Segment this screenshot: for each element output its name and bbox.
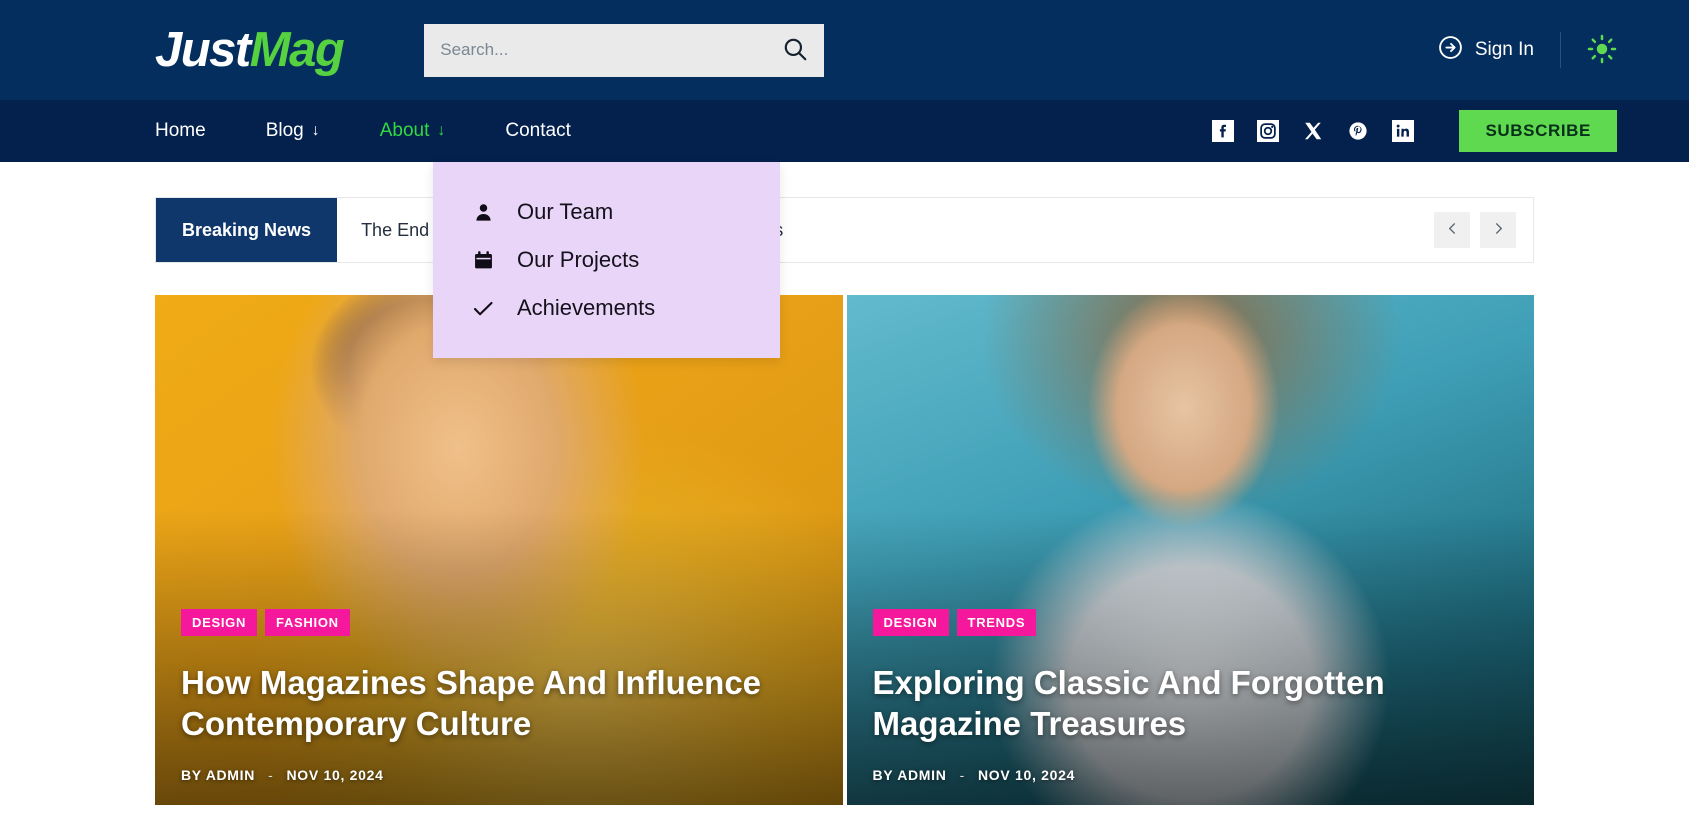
dropdown-item-label: Achievements: [517, 295, 656, 320]
article-card-body: DESIGN TRENDS Exploring Classic And Forg…: [872, 608, 1509, 783]
search-submit-button[interactable]: [782, 36, 808, 65]
nav-item-label: Home: [155, 120, 206, 141]
category-tag[interactable]: DESIGN: [181, 608, 258, 636]
nav-right-actions: SUBSCRIBE: [1212, 110, 1617, 152]
site-logo[interactable]: JustMag: [155, 22, 345, 77]
dropdown-item-achievements[interactable]: Achievements: [433, 284, 780, 332]
nav-item-label: About: [379, 120, 430, 141]
linkedin-icon[interactable]: [1392, 120, 1415, 142]
author-name[interactable]: ADMIN: [206, 767, 255, 783]
sign-in-button[interactable]: Sign In: [1438, 35, 1534, 65]
article-card[interactable]: DESIGN FASHION How Magazines Shape And I…: [155, 295, 843, 805]
facebook-icon[interactable]: [1212, 120, 1235, 142]
article-date: NOV 10, 2024: [286, 767, 384, 783]
check-icon: [471, 296, 495, 321]
search-bar[interactable]: [424, 23, 825, 77]
dropdown-item-our-projects[interactable]: Our Projects: [433, 236, 780, 284]
person-icon: [471, 201, 495, 224]
author-prefix: BY: [872, 767, 894, 783]
breaking-next-button[interactable]: [1480, 212, 1516, 248]
chevron-down-icon: ↓: [437, 122, 446, 139]
author-name[interactable]: ADMIN: [897, 767, 946, 783]
dropdown-item-label: Our Team: [517, 199, 614, 224]
article-tags: DESIGN FASHION: [181, 608, 817, 636]
logo-text-primary: Just: [155, 22, 251, 77]
article-author: BY ADMIN: [873, 767, 947, 783]
article-date: NOV 10, 2024: [977, 767, 1076, 783]
dropdown-item-our-team[interactable]: Our Team: [433, 188, 780, 236]
chevron-down-icon: ↓: [311, 122, 320, 139]
article-meta: BY ADMIN - NOV 10, 2024: [873, 767, 1509, 783]
about-dropdown-menu: Our Team Our Projects Achievements: [433, 162, 780, 358]
article-card[interactable]: DESIGN TRENDS Exploring Classic And Forg…: [846, 295, 1534, 805]
meta-separator: -: [268, 767, 274, 783]
nav-item-label: Blog: [265, 120, 304, 141]
article-title[interactable]: How Magazines Shape And Influence Contem…: [181, 662, 817, 745]
theme-toggle-button[interactable]: [1587, 34, 1617, 67]
nav-item-about[interactable]: About ↓: [380, 120, 446, 142]
nav-item-home[interactable]: Home: [155, 120, 206, 142]
search-icon: [782, 36, 808, 65]
meta-separator: -: [959, 767, 965, 783]
main-navigation: Home Blog ↓ About ↓ Contact SUBSCRIBE Ou…: [0, 100, 1689, 358]
nav-item-blog[interactable]: Blog ↓: [266, 120, 320, 142]
arrow-circle-right-icon: [1438, 35, 1463, 65]
article-meta: BY ADMIN - NOV 10, 2024: [181, 767, 817, 783]
author-prefix: BY: [181, 767, 202, 783]
dropdown-item-label: Our Projects: [517, 247, 640, 272]
nav-links: Home Blog ↓ About ↓ Contact: [155, 120, 631, 142]
breaking-news-badge: Breaking News: [156, 198, 338, 262]
page-content: Breaking News The End Of An Era: Nostalg…: [0, 197, 1689, 805]
social-links: [1212, 120, 1415, 142]
featured-articles: DESIGN FASHION How Magazines Shape And I…: [155, 295, 1534, 805]
category-tag[interactable]: TRENDS: [956, 608, 1037, 636]
article-author: BY ADMIN: [181, 767, 255, 783]
nav-item-label: Contact: [505, 120, 571, 141]
sun-icon: [1587, 34, 1617, 67]
site-header: JustMag Sign In: [0, 0, 1689, 100]
x-twitter-icon[interactable]: [1302, 120, 1324, 142]
article-title[interactable]: Exploring Classic And Forgotten Magazine…: [873, 662, 1509, 745]
pinterest-icon[interactable]: [1347, 120, 1369, 142]
article-tags: DESIGN TRENDS: [872, 608, 1509, 636]
breaking-prev-button[interactable]: [1434, 212, 1470, 248]
sign-in-label: Sign In: [1474, 39, 1534, 60]
category-tag[interactable]: FASHION: [265, 608, 350, 636]
logo-text-accent: Mag: [249, 22, 345, 77]
calendar-icon: [471, 249, 495, 272]
category-tag[interactable]: DESIGN: [872, 608, 949, 636]
instagram-icon[interactable]: [1257, 120, 1280, 142]
nav-item-contact[interactable]: Contact: [505, 120, 570, 142]
header-actions: Sign In: [1438, 32, 1617, 68]
article-card-body: DESIGN FASHION How Magazines Shape And I…: [181, 608, 817, 783]
search-input[interactable]: [440, 40, 783, 60]
breaking-news-bar: Breaking News The End Of An Era: Nostalg…: [155, 197, 1534, 263]
header-divider: [1560, 32, 1561, 68]
chevron-left-icon: [1445, 221, 1460, 239]
subscribe-button[interactable]: SUBSCRIBE: [1459, 110, 1617, 152]
breaking-news-controls: [1434, 198, 1533, 262]
chevron-right-icon: [1491, 221, 1506, 239]
